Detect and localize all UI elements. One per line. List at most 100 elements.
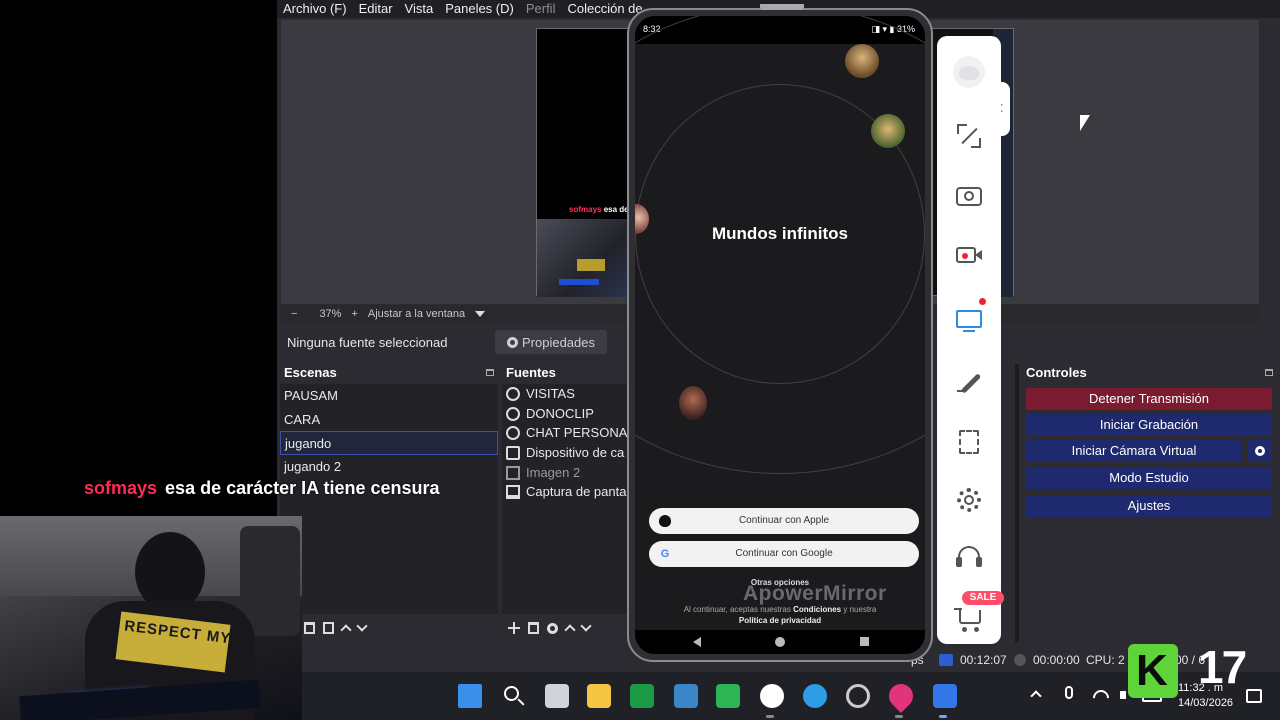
undock-icon[interactable] [486, 369, 494, 376]
scene-item[interactable]: CARA [280, 408, 498, 432]
chevron-up-icon[interactable] [564, 624, 576, 636]
chevron-down-icon[interactable] [356, 620, 368, 632]
phone-mirror-window[interactable]: 8:32 ◨ ▾ ▮ 31% Mundos infinitos Continua… [627, 4, 933, 662]
start-icon[interactable] [458, 684, 482, 708]
record-screen-icon[interactable] [953, 238, 985, 270]
scene-item[interactable]: PAUSAM [280, 384, 498, 408]
terms-text: Al continuar, aceptas nuestras Condicion… [645, 604, 915, 626]
source-item[interactable]: VISITAS [502, 384, 627, 404]
terms-link[interactable]: Condiciones [793, 605, 841, 614]
chevron-down-icon[interactable] [580, 620, 592, 632]
phone-top-handle[interactable] [760, 4, 804, 10]
chevron-down-icon[interactable] [475, 311, 486, 317]
apowermirror-icon[interactable] [933, 684, 957, 708]
maps-pin-icon[interactable] [884, 679, 918, 713]
avatar [845, 44, 879, 78]
monitor-icon [506, 485, 520, 500]
chevron-up-icon[interactable] [340, 624, 352, 636]
source-item[interactable]: CHAT PERSONAL [502, 423, 627, 443]
virtual-camera-settings-button[interactable] [1248, 440, 1272, 462]
menu-file[interactable]: Archivo (F) [277, 0, 353, 18]
app-screen[interactable]: Mundos infinitos Continuar con Apple G C… [635, 16, 925, 630]
undock-icon[interactable] [1265, 369, 1273, 376]
source-item-hidden[interactable]: Imagen 2 [502, 463, 627, 483]
menu-profile[interactable]: Perfil [520, 0, 562, 18]
chat-username: sofmays [84, 478, 158, 498]
menu-view[interactable]: Vista [399, 0, 440, 18]
zoom-out-button[interactable]: − [291, 308, 297, 320]
scene-item[interactable]: jugando 2 [280, 455, 498, 479]
gear-icon[interactable] [547, 622, 558, 634]
globe-icon [506, 426, 520, 441]
source-item[interactable]: DONOCLIP [502, 404, 627, 424]
fit-to-window-select[interactable]: Ajustar a la ventana [368, 308, 465, 320]
obs-icon[interactable] [760, 684, 784, 708]
preview-webcam [537, 219, 632, 297]
menu-docks[interactable]: Paneles (D) [439, 0, 520, 18]
channel-logo: K 17 [1128, 640, 1258, 702]
apple-button-label: Continuar con Apple [738, 515, 830, 526]
app-green-icon[interactable] [716, 684, 740, 708]
microphone-icon[interactable] [1062, 684, 1076, 708]
home-icon[interactable] [775, 637, 785, 647]
stop-streaming-button[interactable]: Detener Transmisión [1026, 388, 1272, 410]
privacy-policy-link[interactable]: Política de privacidad [739, 616, 821, 625]
settings-icon[interactable] [953, 484, 985, 516]
app-n-icon[interactable] [630, 684, 654, 708]
trash-icon[interactable] [304, 622, 315, 634]
sale-badge[interactable]: SALE [962, 591, 1004, 605]
phone-screen[interactable]: 8:32 ◨ ▾ ▮ 31% Mundos infinitos Continua… [635, 16, 925, 654]
filter-icon[interactable] [323, 622, 334, 634]
running-indicator-active [939, 715, 947, 718]
android-nav-bar [635, 630, 925, 654]
app-circle-icon[interactable] [846, 684, 870, 708]
source-item[interactable]: Captura de panta [502, 482, 627, 502]
edge-icon[interactable] [803, 684, 827, 708]
live-icon [939, 654, 953, 666]
headset-support-icon[interactable] [953, 542, 985, 574]
file-explorer-icon[interactable] [587, 684, 611, 708]
apowermirror-watermark: ApowerMirror [743, 582, 887, 605]
back-icon[interactable] [693, 637, 701, 647]
screenshot-icon[interactable] [953, 179, 985, 211]
controls-title-label: Controles [1026, 365, 1087, 380]
source-label: Dispositivo de ca [526, 445, 625, 461]
fullscreen-icon[interactable] [953, 120, 985, 152]
brush-icon[interactable] [953, 366, 985, 398]
chevron-up-icon[interactable] [1030, 684, 1044, 708]
globe-icon [506, 386, 520, 401]
properties-label: Propiedades [522, 334, 595, 350]
scene-item-selected[interactable]: jugando [280, 431, 498, 455]
zoom-level: 37% [319, 308, 342, 320]
start-virtual-camera-button[interactable]: Iniciar Cámara Virtual [1026, 440, 1242, 462]
scenes-title-label: Escenas [284, 365, 337, 380]
controls-title: Controles [1022, 364, 1277, 382]
start-recording-button[interactable]: Iniciar Grabación [1026, 414, 1272, 436]
crop-icon[interactable] [953, 426, 985, 458]
trash-icon[interactable] [528, 622, 539, 634]
menu-edit[interactable]: Editar [353, 0, 399, 18]
photos-icon[interactable] [674, 684, 698, 708]
settings-button[interactable]: Ajustes [1026, 495, 1272, 517]
search-icon[interactable] [502, 684, 526, 708]
source-item[interactable]: Dispositivo de ca [502, 443, 627, 463]
add-icon[interactable] [508, 622, 520, 634]
image-icon [506, 465, 520, 480]
sources-title-label: Fuentes [506, 365, 556, 380]
studio-mode-button[interactable]: Modo Estudio [1026, 467, 1272, 489]
cart-icon[interactable] [953, 602, 985, 634]
source-label: Imagen 2 [526, 464, 581, 480]
cast-screen-icon[interactable] [953, 298, 986, 336]
terms-and: y nuestra [843, 605, 877, 614]
apple-icon [659, 515, 671, 527]
scenes-title: Escenas [280, 364, 498, 382]
google-button-label: Continuar con Google [735, 548, 833, 559]
properties-button[interactable]: Propiedades [495, 330, 607, 354]
webcam-feed: RESPECT MY [0, 516, 302, 720]
task-view-icon[interactable] [545, 684, 569, 708]
zoom-in-button[interactable]: + [351, 308, 357, 320]
continue-with-google-button[interactable]: G Continuar con Google [649, 541, 919, 567]
recents-icon[interactable] [860, 637, 869, 646]
continue-with-apple-button[interactable]: Continuar con Apple [649, 508, 919, 534]
wifi-icon[interactable] [1089, 684, 1113, 710]
